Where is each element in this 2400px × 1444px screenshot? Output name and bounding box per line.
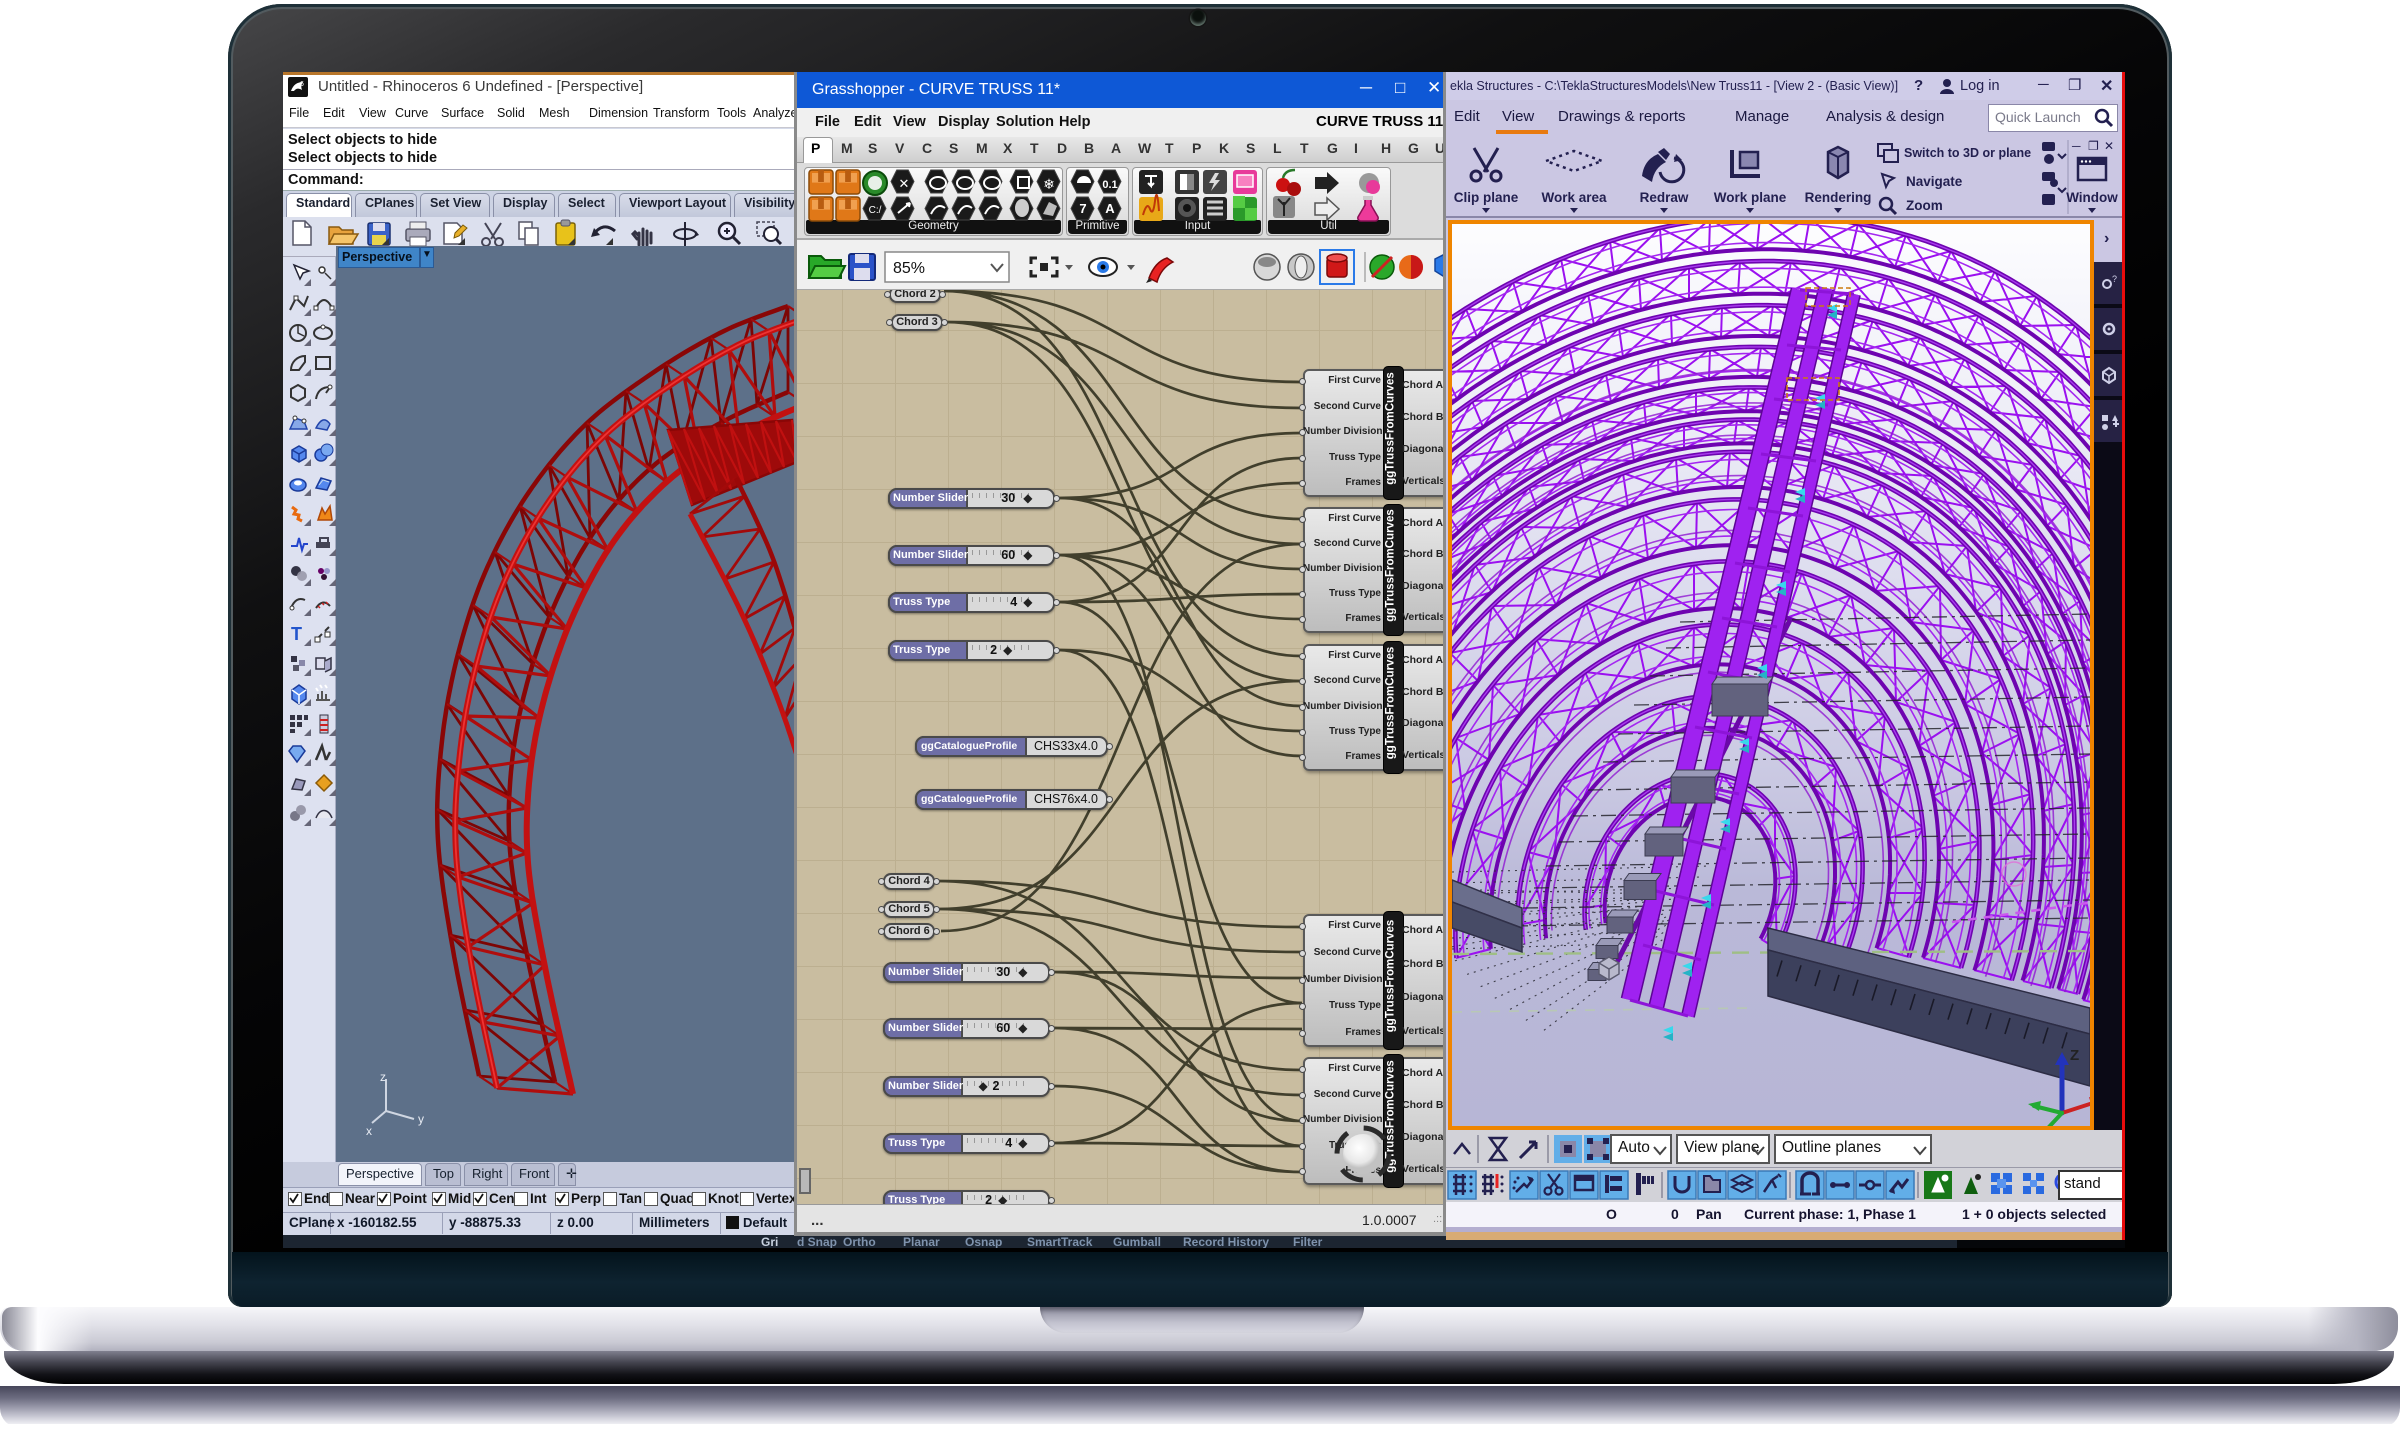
svg-text:Redraw: Redraw [1640, 190, 1689, 205]
svg-text:✕: ✕ [899, 176, 910, 191]
svg-text:❄: ❄ [1043, 176, 1055, 192]
svg-text:?: ? [2112, 274, 2117, 284]
svg-text:Work plane: Work plane [1714, 190, 1787, 205]
svg-text:✕: ✕ [2104, 139, 2114, 153]
svg-text:ggTrussFromCurves: ggTrussFromCurves [1385, 372, 1397, 484]
svg-text:A: A [1105, 201, 1115, 216]
svg-text:C:/: C:/ [869, 205, 882, 216]
svg-text:z: z [380, 1071, 386, 1084]
svg-text:x: x [366, 1124, 372, 1138]
svg-text:6: 6 [300, 81, 304, 88]
svg-text:Switch to 3D or plane: Switch to 3D or plane [1904, 146, 2031, 160]
svg-text:0.1: 0.1 [1102, 179, 1117, 191]
svg-text:Z: Z [2070, 1047, 2079, 1064]
svg-text:Navigate: Navigate [1906, 174, 1963, 189]
svg-text:ggTrussFromCurves: ggTrussFromCurves [1385, 647, 1397, 759]
svg-text:Work area: Work area [1541, 190, 1607, 205]
svg-text:Window: Window [2066, 190, 2118, 205]
svg-text:❐: ❐ [2088, 139, 2099, 153]
svg-text:Clip plane: Clip plane [1454, 190, 1519, 205]
svg-text:Zoom: Zoom [1906, 198, 1943, 213]
svg-text:T: T [291, 624, 302, 644]
svg-text:y: y [418, 1112, 424, 1126]
svg-text:ggTrussFromCurves: ggTrussFromCurves [1385, 920, 1397, 1032]
svg-text:7: 7 [1079, 201, 1086, 216]
svg-text:Rendering: Rendering [1805, 190, 1872, 205]
svg-text:ggTrussFromCurves: ggTrussFromCurves [1385, 509, 1397, 621]
svg-text:85%: 85% [893, 260, 925, 277]
svg-text:─: ─ [2071, 139, 2081, 153]
